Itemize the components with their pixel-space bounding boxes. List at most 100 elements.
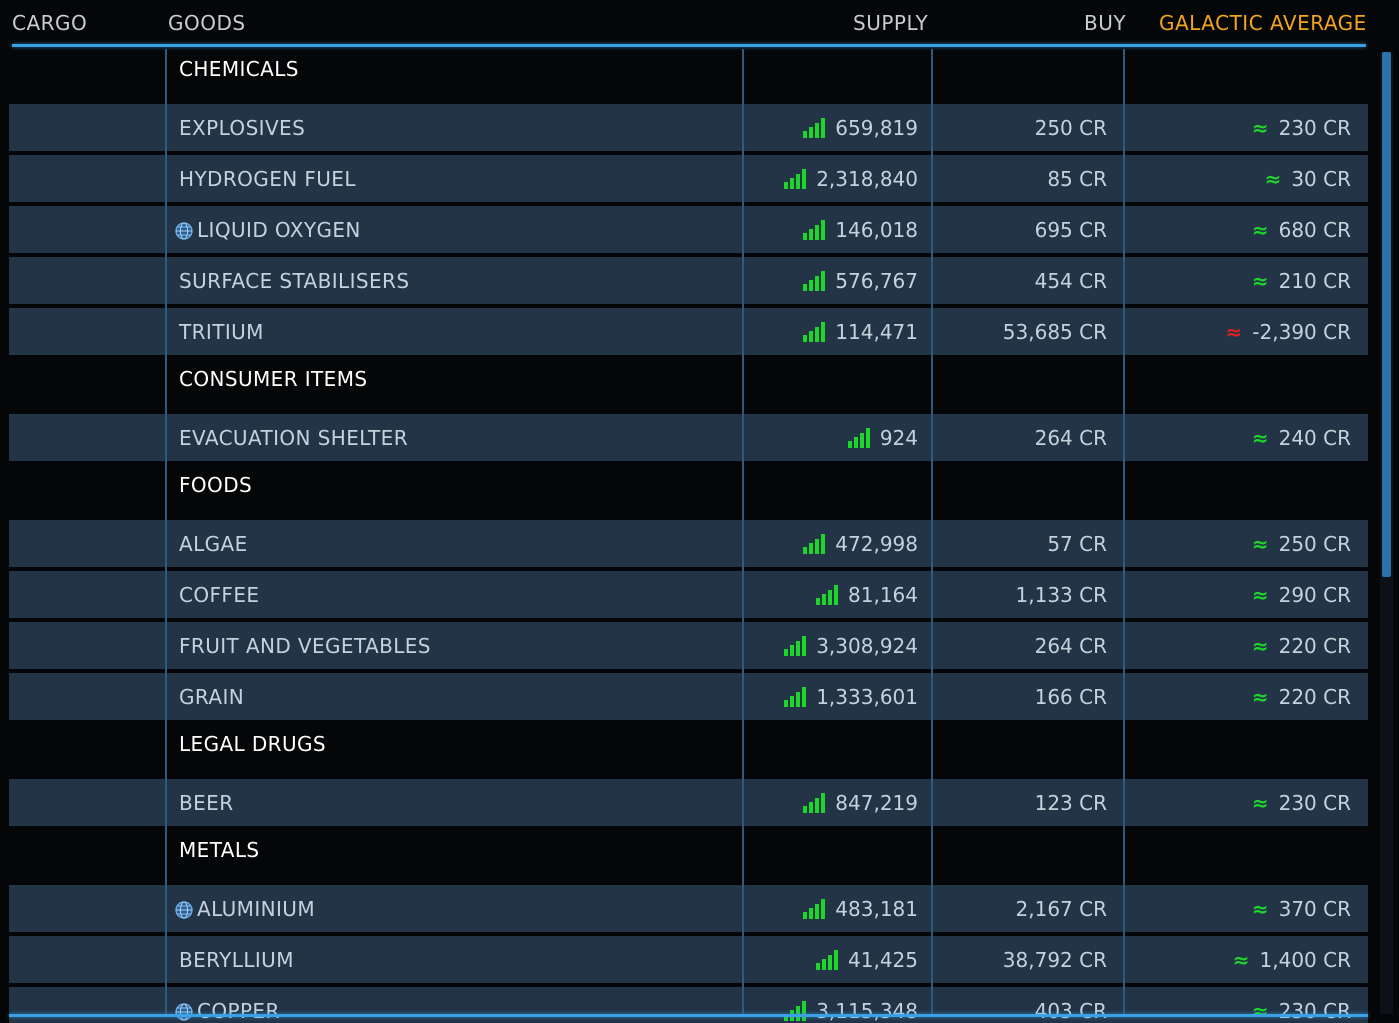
supply-level-icon: [803, 220, 826, 240]
commodity-name-cell: EXPLOSIVES: [179, 116, 305, 140]
commodity-row[interactable]: HYDROGEN FUEL 2,318,840 85 CR ≈30 CR: [9, 155, 1368, 202]
galactic-average-value: 30 CR: [1291, 167, 1351, 191]
buy-price: 403 CR: [1034, 999, 1107, 1023]
supply-value: 3,115,348: [816, 999, 918, 1023]
commodity-row[interactable]: FRUIT AND VEGETABLES 3,308,924 264 CR ≈220 …: [9, 622, 1368, 669]
supply-cell: 924: [847, 426, 918, 450]
supply-level-icon: [803, 534, 826, 554]
supply-level-icon: [847, 428, 870, 448]
commodity-name: ALGAE: [179, 532, 248, 556]
galactic-average-value: 230 CR: [1278, 999, 1351, 1023]
commodity-row[interactable]: LIQUID OXYGEN 146,018 695 CR ≈680 CR: [9, 206, 1368, 253]
supply-value: 659,819: [835, 116, 918, 140]
commodity-row[interactable]: TRITIUM 114,471 53,685 CR ≈ -2,390 CR: [9, 308, 1368, 355]
column-header-buy[interactable]: BUY: [1084, 11, 1126, 35]
galactic-average-value: 680 CR: [1278, 218, 1351, 242]
price-above-average-icon: ≈: [1251, 583, 1269, 607]
price-above-average-icon: ≈: [1251, 999, 1269, 1023]
commodity-row[interactable]: EXPLOSIVES 659,819 250 CR ≈230 CR: [9, 104, 1368, 151]
price-above-average-icon: ≈: [1251, 269, 1269, 293]
commodity-row[interactable]: ALUMINIUM 483,181 2,167 CR ≈370 CR: [9, 885, 1368, 932]
galactic-average-cell: ≈370 CR: [1252, 897, 1351, 921]
commodity-name: BERYLLIUM: [179, 948, 294, 972]
galactic-average-cell: ≈210 CR: [1252, 269, 1351, 293]
commodity-name: HYDROGEN FUEL: [179, 167, 356, 191]
galactic-average-value: 250 CR: [1278, 532, 1351, 556]
category-header: LEGAL DRUGS: [179, 732, 326, 756]
galactic-average-cell: ≈290 CR: [1252, 583, 1351, 607]
price-above-average-icon: ≈: [1251, 426, 1269, 450]
buy-price: 85 CR: [1047, 167, 1107, 191]
category-header: FOODS: [179, 473, 253, 497]
commodity-row[interactable]: EVACUATION SHELTER 924 264 CR ≈240 CR: [9, 414, 1368, 461]
supply-cell: 847,219: [803, 791, 918, 815]
price-above-average-icon: ≈: [1251, 791, 1269, 815]
commodity-name-cell: LIQUID OXYGEN: [175, 218, 361, 242]
supply-cell: 81,164: [816, 583, 918, 607]
supply-level-icon: [784, 687, 807, 707]
buy-price: 250 CR: [1034, 116, 1107, 140]
table-bottom-divider: [9, 1014, 1368, 1017]
commodity-table: CHEMICALS EXPLOSIVES 659,819 250 CR ≈230 CR H…: [9, 49, 1368, 1023]
column-divider-supply: [742, 49, 744, 1014]
column-header-supply[interactable]: SUPPLY: [853, 11, 928, 35]
column-header-cargo[interactable]: CARGO: [12, 11, 87, 35]
price-above-average-icon: ≈: [1251, 634, 1269, 658]
category-header: CHEMICALS: [179, 57, 299, 81]
supply-value: 81,164: [848, 583, 918, 607]
buy-price: 57 CR: [1047, 532, 1107, 556]
column-header-galactic-average[interactable]: GALACTIC AVERAGE: [1159, 11, 1367, 35]
supply-cell: 3,115,348: [784, 999, 918, 1023]
commodity-row[interactable]: SURFACE STABILISERS 576,767 454 CR ≈210 CR: [9, 257, 1368, 304]
galactic-average-value: 240 CR: [1278, 426, 1351, 450]
galactic-average-value: 230 CR: [1278, 116, 1351, 140]
supply-value: 472,998: [835, 532, 918, 556]
supply-level-icon: [816, 950, 839, 970]
commodity-row[interactable]: GRAIN 1,333,601 166 CR ≈220 CR: [9, 673, 1368, 720]
commodity-row[interactable]: COFFEE 81,164 1,133 CR ≈290 CR: [9, 571, 1368, 618]
supply-cell: 472,998: [803, 532, 918, 556]
galactic-average-cell: ≈1,400 CR: [1233, 948, 1351, 972]
commodity-name-cell: COFFEE: [179, 583, 259, 607]
supply-cell: 114,471: [803, 320, 918, 344]
buy-price: 53,685 CR: [1002, 320, 1107, 344]
buy-price: 264 CR: [1034, 426, 1107, 450]
galactic-average-value: 210 CR: [1278, 269, 1351, 293]
supply-value: 3,308,924: [816, 634, 918, 658]
commodity-name-cell: FRUIT AND VEGETABLES: [179, 634, 431, 658]
commodity-name-cell: GRAIN: [179, 685, 244, 709]
supply-level-icon: [784, 636, 807, 656]
buy-price: 1,133 CR: [1015, 583, 1107, 607]
column-header-goods[interactable]: GOODS: [168, 11, 246, 35]
supply-cell: 2,318,840: [784, 167, 918, 191]
commodity-name: COFFEE: [179, 583, 260, 607]
commodity-name: GRAIN: [179, 685, 245, 709]
supply-cell: 659,819: [803, 116, 918, 140]
price-above-average-icon: ≈: [1251, 532, 1269, 556]
commodity-name-cell: HYDROGEN FUEL: [179, 167, 356, 191]
scrollbar-thumb[interactable]: [1382, 52, 1391, 577]
commodity-row[interactable]: COPPER 3,115,348 403 CR ≈230 CR: [9, 987, 1368, 1023]
galactic-average-cell: ≈230 CR: [1252, 791, 1351, 815]
commodity-name: SURFACE STABILISERS: [179, 269, 410, 293]
buy-price: 123 CR: [1034, 791, 1107, 815]
supply-value: 146,018: [835, 218, 918, 242]
galactic-average-cell: ≈240 CR: [1252, 426, 1351, 450]
column-divider-buy: [931, 49, 933, 1014]
supply-cell: 483,181: [803, 897, 918, 921]
supply-level-icon: [784, 169, 807, 189]
commodity-name: FRUIT AND VEGETABLES: [179, 634, 431, 658]
galactic-average-value: 230 CR: [1278, 791, 1351, 815]
commodity-row[interactable]: BERYLLIUM 41,425 38,792 CR ≈1,400 CR: [9, 936, 1368, 983]
category-header: METALS: [179, 838, 260, 862]
supply-value: 2,318,840: [816, 167, 918, 191]
commodity-name-cell: TRITIUM: [179, 320, 264, 344]
galactic-average-value: 220 CR: [1278, 685, 1351, 709]
price-below-average-icon: ≈: [1225, 320, 1243, 344]
commodity-row[interactable]: ALGAE 472,998 57 CR ≈250 CR: [9, 520, 1368, 567]
supply-value: 41,425: [848, 948, 918, 972]
supply-level-icon: [816, 585, 839, 605]
commodity-name: LIQUID OXYGEN: [197, 218, 361, 242]
commodity-row[interactable]: BEER 847,219 123 CR ≈230 CR: [9, 779, 1368, 826]
header-divider: [12, 44, 1366, 47]
